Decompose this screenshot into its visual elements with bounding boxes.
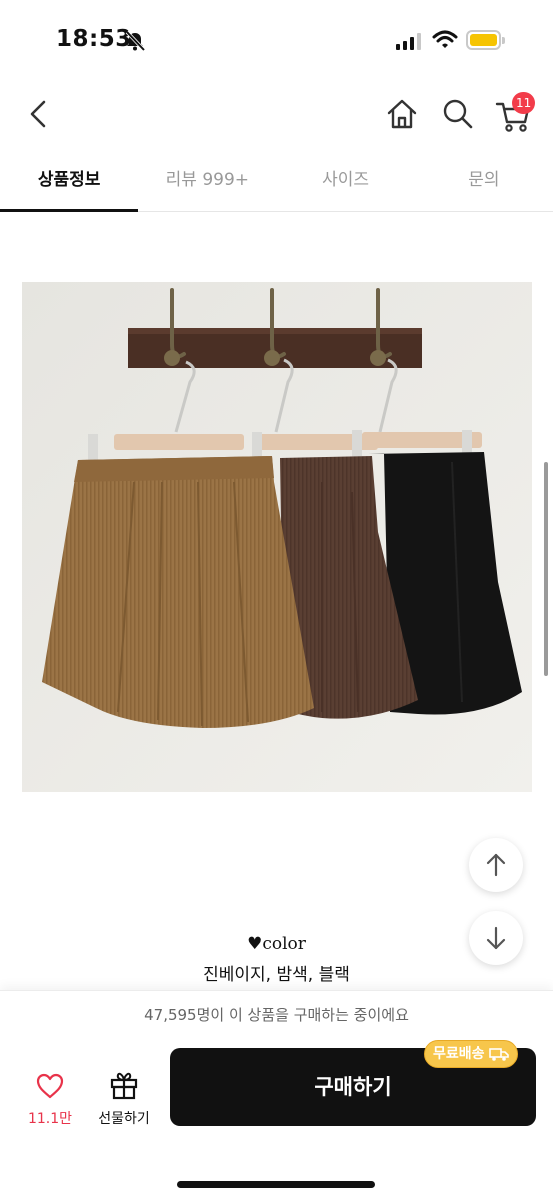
top-nav	[0, 84, 553, 146]
skirts-photo	[22, 282, 532, 792]
battery-icon	[466, 30, 505, 50]
tab-inquiry[interactable]: 문의	[415, 150, 553, 211]
home-indicator	[177, 1181, 375, 1188]
heart-icon	[36, 1073, 64, 1099]
free-shipping-label: 무료배송	[433, 1046, 485, 1062]
search-icon	[443, 99, 473, 129]
color-heading: ♥color	[247, 934, 306, 954]
gift-button[interactable]: 선물하기	[88, 1068, 160, 1136]
wifi-icon	[432, 30, 458, 48]
bell-off-icon	[125, 30, 146, 52]
like-button[interactable]: 11.1만	[18, 1068, 82, 1136]
home-button[interactable]	[384, 96, 420, 132]
tab-reviews[interactable]: 리뷰 999+	[138, 150, 276, 211]
cart-count-badge: 11	[512, 92, 536, 114]
color-options-text: 진베이지, 밤색, 블랙	[203, 965, 350, 985]
scroll-up-button[interactable]	[469, 838, 523, 892]
arrow-up-icon	[486, 853, 506, 877]
back-button[interactable]	[22, 96, 58, 132]
product-tabs: 상품정보 리뷰 999+ 사이즈 문의	[0, 150, 553, 212]
gift-label: 선물하기	[98, 1111, 150, 1127]
search-button[interactable]	[440, 96, 476, 132]
status-bar: 18:53	[0, 0, 553, 84]
gift-icon	[110, 1072, 138, 1100]
signal-icon	[396, 32, 421, 50]
chevron-left-icon	[30, 100, 46, 128]
buy-button[interactable]: 구매하기 무료배송	[170, 1028, 536, 1134]
status-time: 18:53	[56, 26, 132, 52]
tab-size[interactable]: 사이즈	[277, 150, 415, 211]
like-count: 11.1만	[27, 1111, 73, 1127]
free-shipping-badge: 무료배송	[424, 1040, 518, 1068]
product-image	[22, 282, 532, 792]
home-icon	[387, 99, 417, 129]
tab-product-info[interactable]: 상품정보	[0, 150, 139, 212]
scrollbar[interactable]	[544, 462, 548, 676]
bottom-action-bar: 11.1만 선물하기 구매하기 무료배송	[0, 1038, 553, 1200]
truck-icon	[488, 1048, 509, 1061]
